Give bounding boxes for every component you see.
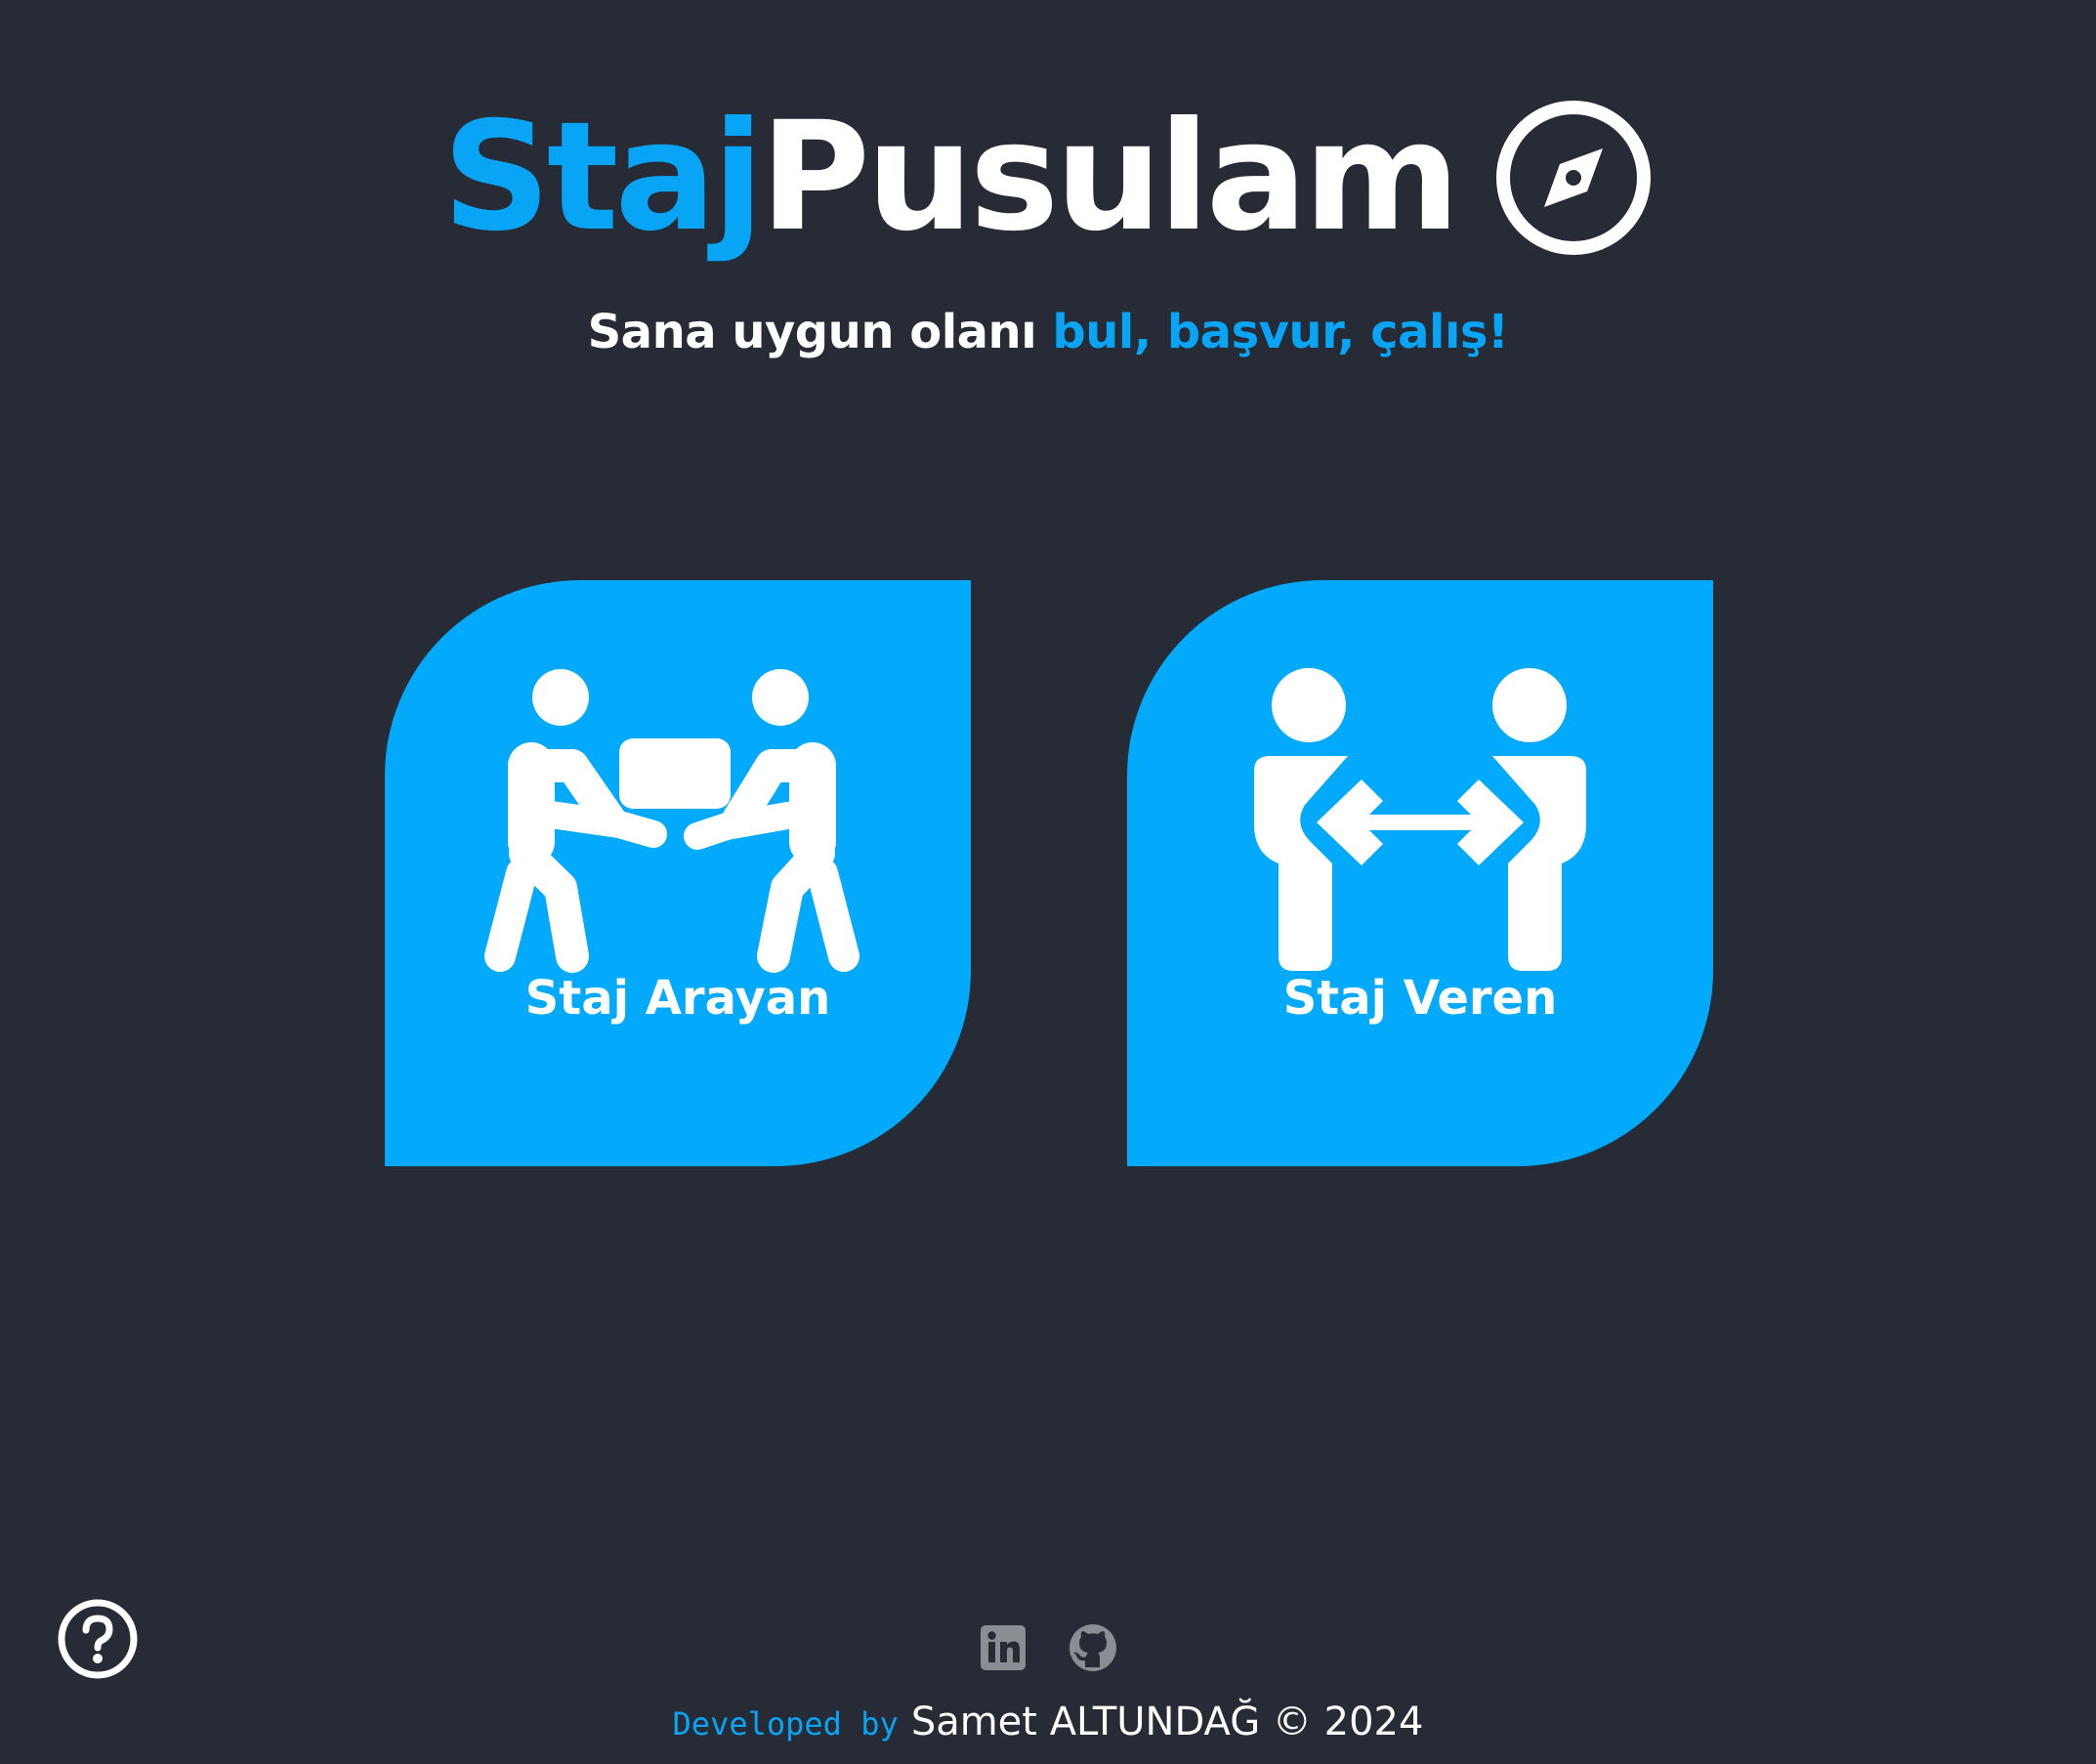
intern-seeker-label: Staj Arayan	[524, 971, 831, 1026]
logo-title-pusulam: Pusulam	[760, 90, 1460, 265]
logo: StajPusulam	[0, 98, 2096, 258]
people-arrows-icon	[1225, 668, 1615, 981]
intern-provider-card[interactable]: Staj Veren	[1127, 580, 1713, 1166]
tagline: Sana uygun olanı bul, başvur, çalış!	[0, 305, 2096, 359]
developed-by-label: Developed by	[672, 1705, 899, 1743]
logo-title: StajPusulam	[442, 103, 1460, 253]
social-links	[0, 1623, 2096, 1672]
footer-credits: Developed by Samet ALTUNDAĞ © 2024	[0, 1700, 2096, 1744]
author-name: Samet ALTUNDAĞ © 2024	[910, 1700, 1424, 1744]
intern-seeker-card[interactable]: Staj Arayan	[385, 580, 971, 1166]
linkedin-icon[interactable]	[979, 1623, 1027, 1672]
compass-icon	[1493, 98, 1654, 258]
logo-title-staj: Staj	[441, 90, 764, 265]
intern-provider-label: Staj Veren	[1282, 971, 1558, 1026]
people-carry-box-icon	[482, 668, 873, 981]
tagline-plain: Sana uygun olanı	[587, 305, 1037, 359]
landing-page: StajPusulam Sana uygun olanı bul, başvur…	[0, 0, 2096, 1764]
github-icon[interactable]	[1069, 1623, 1117, 1672]
tagline-accent: bul, başvur, çalış!	[1052, 305, 1509, 359]
